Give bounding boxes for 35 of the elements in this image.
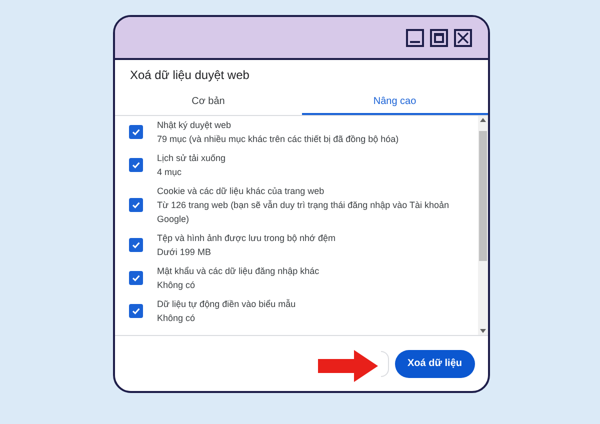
item-label: Tệp và hình ảnh được lưu trong bộ nhớ đệm	[157, 232, 336, 245]
item-detail: Không có	[157, 312, 196, 325]
check-icon	[131, 160, 141, 170]
minimize-button[interactable]	[406, 28, 424, 46]
item-label: Dữ liệu tự động điền vào biểu mẫu	[157, 298, 296, 311]
tab[interactable]: Nâng cao	[302, 89, 488, 115]
check-icon	[131, 240, 141, 250]
checkbox[interactable]	[129, 238, 143, 252]
scroll-up-icon[interactable]	[480, 118, 486, 122]
clear-data-button[interactable]: Xoá dữ liệu	[394, 350, 475, 378]
check-icon	[131, 200, 141, 210]
dialog-title: Xoá dữ liệu duyệt web	[129, 67, 250, 84]
item-detail: Từ 126 trang web (bạn sẽ vẫn duy trì trạng thái đăng nhập vào Tài khoản Google)	[157, 199, 450, 226]
maximize-button[interactable]	[430, 28, 448, 46]
checkbox[interactable]	[129, 125, 143, 139]
item-label: Nhật ký duyệt web	[157, 119, 232, 132]
scrollbar-thumb[interactable]	[479, 130, 487, 260]
close-button[interactable]	[454, 28, 472, 46]
arrow-icon	[318, 350, 378, 382]
tab[interactable]: Cơ bản	[115, 89, 302, 115]
item-label: Cookie và các dữ liệu khác của trang web	[157, 185, 326, 198]
item-label: Mật khẩu và các dữ liệu đăng nhập khác	[157, 265, 320, 278]
check-icon	[131, 127, 141, 137]
checkbox[interactable]	[129, 198, 143, 212]
checkbox[interactable]	[129, 271, 143, 285]
checkbox[interactable]	[129, 158, 143, 172]
item-detail: Không có	[157, 279, 196, 292]
scroll-down-icon[interactable]	[480, 329, 486, 333]
checkbox[interactable]	[129, 304, 143, 318]
check-icon	[131, 273, 141, 283]
check-icon	[131, 306, 141, 316]
item-label: Lịch sử tải xuống	[157, 152, 226, 165]
item-detail: 4 mục	[157, 166, 183, 179]
item-detail: 79 mục (và nhiều mục khác trên các thiết bị đã đồng bộ hóa)	[157, 133, 399, 146]
item-detail: Dưới 199 MB	[157, 246, 212, 259]
